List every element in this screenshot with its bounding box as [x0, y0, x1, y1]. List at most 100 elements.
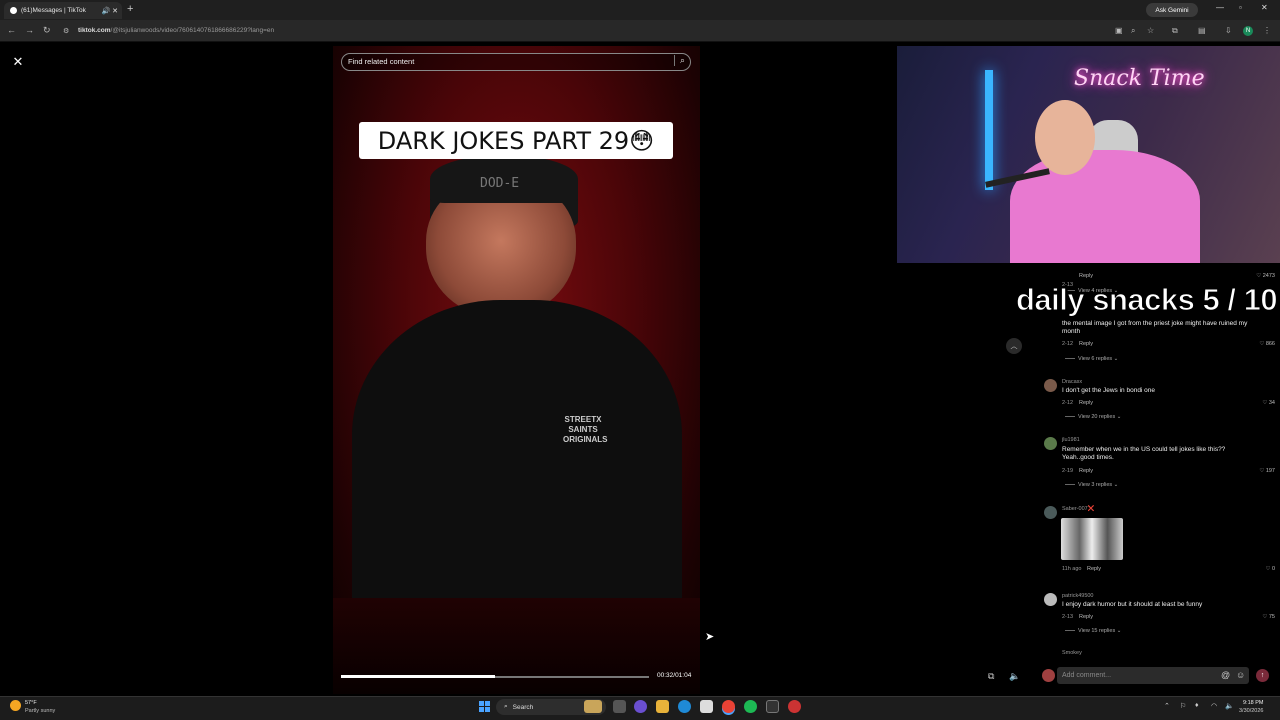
weather-condition[interactable]: Partly sunny	[25, 708, 55, 714]
video-hat-text: DOD-E	[480, 176, 520, 191]
spotify-icon[interactable]	[744, 700, 757, 713]
maximize-icon[interactable]: ▫	[1239, 3, 1242, 12]
post-comment-icon[interactable]: ↑	[1256, 669, 1269, 682]
neon-sign: Snack Time	[1074, 66, 1205, 91]
site-info-icon[interactable]: ⚙	[63, 27, 69, 35]
like-count[interactable]: ♡ 0	[1240, 566, 1275, 572]
comment-date: 2-12	[1062, 400, 1074, 406]
windows-start-icon[interactable]	[479, 701, 490, 712]
weather-temp[interactable]: 57°F	[25, 700, 37, 706]
avatar[interactable]	[1044, 437, 1057, 450]
reply-button[interactable]: Reply	[1079, 273, 1093, 279]
forward-icon[interactable]: →	[25, 25, 34, 35]
taskbar-search-label: Search	[512, 703, 534, 711]
edge-icon[interactable]	[678, 700, 691, 713]
reload-icon[interactable]: ↻	[43, 25, 51, 36]
view-replies[interactable]: View 15 replies ⌄	[1065, 628, 1121, 634]
video-shirt	[352, 300, 682, 600]
comment-image[interactable]	[1061, 518, 1123, 560]
zoom-icon[interactable]: ⌕	[1131, 26, 1135, 36]
comment-user[interactable]: Dracasx	[1062, 379, 1082, 385]
speaker-icon[interactable]: 🔊 ✕	[101, 7, 118, 15]
webcam-streamer-hoodie	[1010, 150, 1200, 263]
comment-user[interactable]: Saber-007❌	[1062, 506, 1095, 512]
comment-user[interactable]: patrick49500	[1062, 593, 1094, 599]
reply-button[interactable]: Reply	[1079, 614, 1093, 620]
user-avatar[interactable]	[1042, 669, 1055, 682]
volume-tray-icon[interactable]: 🔈	[1225, 702, 1234, 710]
comment-user[interactable]: jlu1981	[1062, 437, 1080, 443]
ask-gemini-label: Ask Gemini	[1155, 6, 1189, 14]
mention-icon[interactable]: @	[1221, 670, 1230, 680]
store-icon[interactable]	[700, 700, 713, 713]
like-count[interactable]: ♡ 2473	[1240, 273, 1275, 279]
comment-date: 11h ago	[1062, 566, 1082, 572]
comment-user[interactable]: Smokey	[1062, 650, 1082, 656]
like-count[interactable]: ♡ 197	[1240, 468, 1275, 474]
tab-title: (61)Messages | TikTok	[21, 7, 86, 14]
minimize-icon[interactable]: —	[1216, 3, 1224, 12]
clock-time[interactable]: 9:18 PM	[1243, 700, 1263, 706]
avatar[interactable]	[1044, 593, 1057, 606]
daily-snacks-overlay: daily snacks 5 / 10	[1015, 282, 1278, 318]
like-count[interactable]: ♡ 75	[1240, 614, 1275, 620]
bookmark-star-icon[interactable]: ☆	[1147, 26, 1154, 35]
comment-text: I enjoy dark humor but it should at leas…	[1062, 601, 1203, 608]
reply-button[interactable]: Reply	[1087, 566, 1101, 572]
menu-kebab-icon[interactable]: ⋮	[1263, 26, 1271, 35]
close-icon[interactable]: ✕	[10, 54, 26, 70]
view-replies[interactable]: View 6 replies ⌄	[1065, 356, 1118, 362]
copilot-icon[interactable]	[634, 700, 647, 713]
reply-button[interactable]: Reply	[1079, 468, 1093, 474]
comments-panel: 2-13 Reply ♡ 2473 View 4 replies ⌄ the m…	[1035, 263, 1280, 658]
tray-chevron-icon[interactable]: ⌃	[1164, 702, 1170, 710]
pip-icon[interactable]: ⧉	[988, 671, 994, 682]
downloads-icon[interactable]: ⇩	[1225, 26, 1232, 35]
extensions-icon[interactable]: ⧉	[1172, 26, 1178, 36]
search-input[interactable]: Find related content	[341, 53, 691, 71]
weather-sun-icon[interactable]	[10, 700, 21, 711]
search-icon[interactable]: ⌕	[674, 55, 685, 66]
volume-icon[interactable]: 🔈	[1009, 671, 1020, 682]
mouse-cursor-icon: ➤	[705, 631, 715, 643]
taskbar-search-art-icon	[584, 700, 602, 713]
profile-avatar[interactable]: N	[1243, 26, 1253, 36]
like-count[interactable]: ♡ 866	[1240, 341, 1275, 347]
cast-icon[interactable]: ▣	[1115, 26, 1123, 35]
wifi-icon[interactable]: ◠	[1211, 702, 1217, 710]
terminal-icon[interactable]	[766, 700, 779, 713]
comment-text: the mental image I got from the priest j…	[1062, 320, 1248, 335]
back-icon[interactable]: ←	[7, 25, 16, 35]
network-icon[interactable]: ⚐	[1180, 702, 1186, 710]
comment-placeholder: Add comment...	[1062, 672, 1112, 679]
video-bottom-shadow	[333, 598, 700, 694]
like-count[interactable]: ♡ 34	[1240, 400, 1275, 406]
url-text[interactable]: tiktok.com/@itsjulianwoods/video/7606140…	[78, 27, 274, 34]
view-replies[interactable]: View 20 replies ⌄	[1065, 414, 1121, 420]
new-tab-button[interactable]: +	[127, 3, 133, 15]
reply-button[interactable]: Reply	[1079, 341, 1093, 347]
clock-date[interactable]: 3/30/2026	[1239, 708, 1263, 714]
avatar[interactable]	[1044, 506, 1057, 519]
tiktok-favicon-icon	[10, 7, 17, 14]
comment-date: 2-13	[1062, 614, 1074, 620]
file-explorer-icon[interactable]	[656, 700, 669, 713]
video-shirt-text: STREETX SAINTS ORIGINALS	[563, 415, 608, 444]
reply-button[interactable]: Reply	[1079, 400, 1093, 406]
comment-text: Remember when we in the US could tell jo…	[1062, 446, 1226, 461]
webcam-blue-light	[985, 70, 993, 190]
avatar[interactable]	[1044, 379, 1057, 392]
comment-date: 2-12	[1062, 341, 1074, 347]
close-window-icon[interactable]: ✕	[1261, 3, 1268, 12]
emoji-icon[interactable]: ☺	[1236, 670, 1245, 680]
chevron-up-icon[interactable]: ︿	[1006, 338, 1022, 354]
view-replies[interactable]: View 3 replies ⌄	[1065, 482, 1118, 488]
video-time: 00:32/01:04	[657, 672, 692, 679]
ask-gemini-button[interactable]: Ask Gemini	[1146, 3, 1198, 17]
app-icon[interactable]	[788, 700, 801, 713]
mic-icon[interactable]: ♦	[1195, 702, 1199, 709]
browser-tab[interactable]: (61)Messages | TikTok 🔊 ✕	[4, 2, 122, 19]
task-view-icon[interactable]	[613, 700, 626, 713]
chrome-icon[interactable]	[722, 700, 735, 713]
sidepanel-icon[interactable]: ▤	[1198, 26, 1206, 35]
